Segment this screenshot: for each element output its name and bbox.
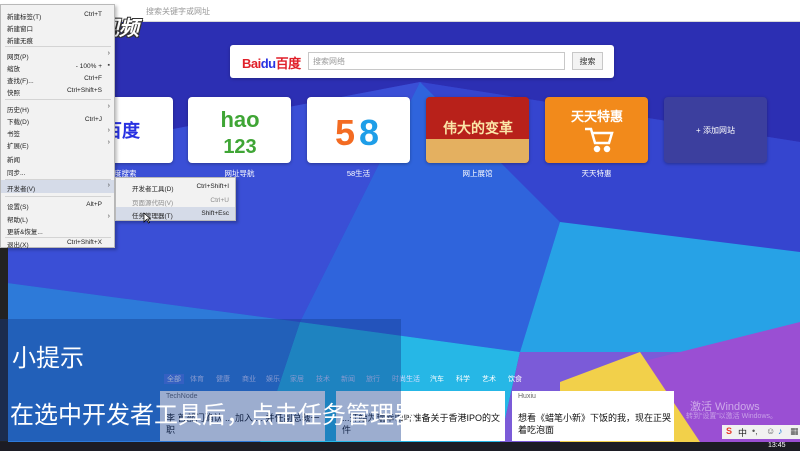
svg-text:8: 8 — [359, 112, 379, 153]
news-title: 想看《蜡笔小新》下饭的我，现在正哭着吃泡面 — [518, 413, 672, 435]
feed-tab[interactable]: 饮食 — [508, 374, 522, 384]
svg-text:123: 123 — [223, 136, 256, 158]
58-logo: 5 8 — [335, 112, 379, 153]
add-site-tile[interactable]: + 添加网站 — [664, 97, 767, 163]
feed-tab[interactable]: 科学 — [456, 374, 470, 384]
svg-text:5: 5 — [335, 112, 355, 153]
chevron-right-icon: › — [107, 213, 110, 220]
chevron-right-icon: › — [107, 139, 110, 146]
svg-text:hao: hao — [220, 107, 259, 132]
menu-item-new-incognito[interactable]: 新建无痕 — [1, 32, 114, 45]
punctuation-icon[interactable]: •, — [752, 426, 758, 436]
add-site-label: + 添加网站 — [696, 126, 735, 135]
microphone-icon[interactable]: ♪ — [778, 426, 783, 436]
tile-exhibition[interactable]: 伟大的变革 — [426, 97, 529, 163]
cart-icon — [585, 127, 614, 153]
news-card[interactable]: Huxiu 想看《蜡笔小新》下饭的我，现在正哭着吃泡面 — [512, 391, 674, 441]
search-card: Baidu百度 搜索 — [230, 45, 614, 78]
exhibition-banner: 伟大的变革 — [426, 97, 529, 163]
activation-watermark-sub: 转到“设置”以激活 Windows。 — [686, 413, 778, 420]
menu-item-update[interactable]: 更新&恢复... — [1, 223, 114, 236]
menu-item-news[interactable]: 新闻 — [1, 151, 114, 164]
submenu-item-view-source[interactable]: 页面源代码(V) Ctrl+U — [116, 194, 235, 207]
baidu-logo: Baidu百度 — [242, 56, 301, 71]
menu-item-developer[interactable]: 开发者(V) › — [1, 180, 114, 193]
submenu-item-devtools[interactable]: 开发者工具(D) Ctrl+Shift+I — [116, 180, 235, 193]
emoji-icon[interactable]: ☺ — [766, 426, 775, 436]
chevron-right-icon: › — [107, 103, 110, 110]
tile-58[interactable]: 5 8 — [307, 97, 410, 163]
menu-item-extensions[interactable]: 扩展(E) › — [1, 137, 114, 150]
ime-mode[interactable]: 中 — [738, 426, 747, 439]
svg-text:伟大的变革: 伟大的变革 — [443, 120, 513, 137]
svg-text:天天特惠: 天天特惠 — [571, 109, 623, 125]
taskbar-clock: 13:45 — [768, 442, 786, 449]
browser-main-menu: 新建标签(T) Ctrl+T 新建窗口 新建无痕 网页(P) › 缩放 - 100% … — [0, 4, 115, 249]
tips-title: 小提示 — [12, 345, 84, 372]
news-source: Huxiu — [518, 393, 536, 400]
fullscreen-icon: ▪ — [107, 62, 110, 69]
feed-tab[interactable]: 汽车 — [430, 374, 444, 384]
mouse-cursor-icon — [143, 212, 151, 224]
chevron-right-icon: › — [107, 127, 110, 134]
menu-item-exit[interactable]: 退出(X) Ctrl+Shift+X — [1, 236, 114, 249]
tile-label-exhibition: 网上展馆 — [462, 169, 493, 178]
menu-item-snapshot[interactable]: 快照 Ctrl+Shift+S — [1, 84, 114, 97]
keyboard-icon[interactable]: ▦ — [790, 426, 799, 437]
search-button[interactable]: 搜索 — [572, 52, 603, 70]
ime-toolbar: S 中 •, ☺ ♪ ▦ — [722, 425, 800, 439]
tile-deals[interactable]: 天天特惠 — [545, 97, 648, 163]
deals-logo: 天天特惠 — [571, 109, 623, 153]
chevron-right-icon: › — [107, 50, 110, 57]
sogou-icon[interactable]: S — [726, 426, 732, 436]
menu-item-sync[interactable]: 同步... — [1, 164, 114, 177]
hao123-logo: hao 123 — [220, 107, 259, 158]
submenu-item-task-manager[interactable]: 任务管理器(T) Shift+Esc — [116, 207, 235, 220]
address-placeholder: 搜索关键字或网址 — [146, 7, 210, 16]
tile-hao123[interactable]: hao 123 — [188, 97, 291, 163]
developer-submenu: 开发者工具(D) Ctrl+Shift+I 页面源代码(V) Ctrl+U 任务管理… — [115, 177, 236, 221]
tips-text: 在选中开发者工具后，点击任务管理器 — [10, 402, 418, 429]
chevron-right-icon: › — [107, 182, 110, 189]
search-input[interactable] — [308, 52, 565, 70]
tile-label-deals: 天天特惠 — [581, 169, 612, 178]
feed-tab[interactable]: 艺术 — [482, 374, 496, 384]
taskbar: 13:45 — [0, 442, 800, 451]
tile-label-58: 58生活 — [346, 169, 371, 178]
menu-item-settings[interactable]: 设置(S) Alt+P — [1, 198, 114, 211]
